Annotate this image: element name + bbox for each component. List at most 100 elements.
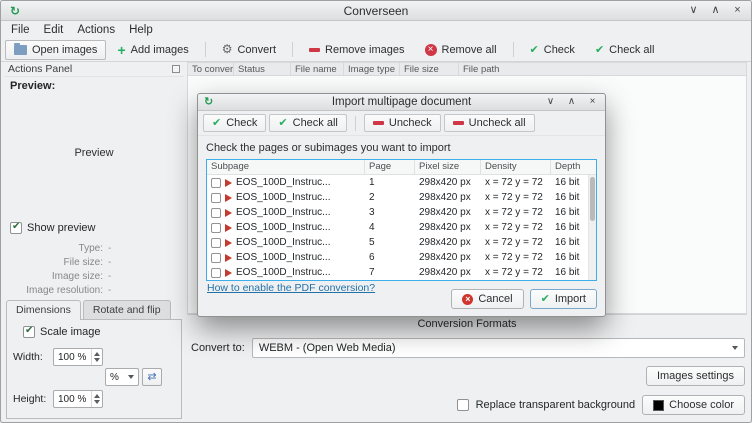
format-select[interactable]: WEBM - (Open Web Media) xyxy=(252,338,745,358)
check-all-button[interactable]: Check all xyxy=(586,40,663,60)
show-preview-checkbox[interactable]: Show preview xyxy=(10,222,95,234)
link-dimensions-icon[interactable] xyxy=(142,368,162,386)
remove-all-label: Remove all xyxy=(442,44,497,56)
subpage-column-header: Page xyxy=(365,160,415,174)
pdf-icon xyxy=(225,239,232,247)
height-spinbox[interactable]: 100 % xyxy=(53,390,103,408)
subpage-row[interactable]: EOS_100D_Instruc... 2 298x420 px x = 72 … xyxy=(207,190,596,205)
dialog-uncheck-label: Uncheck xyxy=(389,117,432,129)
dialog-check-button[interactable]: Check xyxy=(203,114,266,132)
import-button[interactable]: Import xyxy=(530,289,597,309)
check-button[interactable]: Check xyxy=(521,40,584,60)
dialog-minimize-icon[interactable] xyxy=(544,94,557,110)
width-label: Width: xyxy=(13,351,49,363)
subpage-column-header: Density xyxy=(481,160,551,174)
row-checkbox[interactable] xyxy=(211,238,221,248)
dimensions-panel: Scale image Width: 100 % % Height: 1 xyxy=(6,319,182,419)
uncheck-icon xyxy=(373,121,384,125)
subpage-row[interactable]: EOS_100D_Instruc... 6 298x420 px x = 72 … xyxy=(207,250,596,265)
import-check-icon xyxy=(541,293,550,305)
replace-transparent-checkbox[interactable] xyxy=(457,399,469,411)
width-value: 100 % xyxy=(54,352,91,363)
page-cell: 4 xyxy=(365,222,415,233)
chevron-down-icon xyxy=(128,375,134,379)
row-checkbox[interactable] xyxy=(211,223,221,233)
subpage-row[interactable]: EOS_100D_Instruc... 1 298x420 px x = 72 … xyxy=(207,175,596,190)
import-label: Import xyxy=(555,293,586,305)
subpage-name: EOS_100D_Instruc... xyxy=(236,192,331,203)
spinner-arrows-icon[interactable] xyxy=(91,349,102,365)
remove-all-icon xyxy=(425,44,437,56)
tab-dimensions[interactable]: Dimensions xyxy=(6,300,81,320)
dialog-close-icon[interactable] xyxy=(586,94,599,110)
dialog-uncheck-button[interactable]: Uncheck xyxy=(364,114,441,132)
choose-color-label: Choose color xyxy=(669,399,734,411)
subpage-row[interactable]: EOS_100D_Instruc... 7 298x420 px x = 72 … xyxy=(207,265,596,280)
density-cell: x = 72 y = 72 xyxy=(481,207,551,218)
menu-item[interactable]: Edit xyxy=(37,23,71,37)
row-checkbox[interactable] xyxy=(211,253,221,263)
subpage-row[interactable]: EOS_100D_Instruc... 4 298x420 px x = 72 … xyxy=(207,220,596,235)
remove-all-button[interactable]: Remove all xyxy=(416,40,506,60)
minimize-icon[interactable] xyxy=(687,3,700,18)
row-checkbox[interactable] xyxy=(211,208,221,218)
dialog-uncheck-all-button[interactable]: Uncheck all xyxy=(444,114,535,132)
maximize-icon[interactable] xyxy=(709,3,722,18)
remove-images-button[interactable]: Remove images xyxy=(300,40,413,60)
menubar: FileEditActionsHelp xyxy=(1,21,751,38)
dialog-check-label: Check xyxy=(226,117,257,129)
pixel-size-cell: 298x420 px xyxy=(415,222,481,233)
spinner-arrows-icon[interactable] xyxy=(91,391,102,407)
subpage-row[interactable]: EOS_100D_Instruc... 3 298x420 px x = 72 … xyxy=(207,205,596,220)
float-panel-icon[interactable] xyxy=(172,65,180,73)
cancel-button[interactable]: Cancel xyxy=(451,289,523,309)
dialog-check-all-button[interactable]: Check all xyxy=(269,114,346,132)
height-label: Height: xyxy=(13,393,49,405)
scale-image-checkbox[interactable]: Scale image xyxy=(23,326,101,338)
tab-rotate-and-flip[interactable]: Rotate and flip xyxy=(83,300,171,320)
checkbox-checked-icon[interactable] xyxy=(10,222,22,234)
check-icon xyxy=(530,44,539,56)
toolbar-separator xyxy=(355,116,356,131)
width-spinbox[interactable]: 100 % xyxy=(53,348,103,366)
density-cell: x = 72 y = 72 xyxy=(481,252,551,263)
row-checkbox[interactable] xyxy=(211,268,221,278)
convert-gear-icon xyxy=(222,43,233,56)
row-checkbox[interactable] xyxy=(211,178,221,188)
pixel-size-cell: 298x420 px xyxy=(415,267,481,278)
pdf-icon xyxy=(225,224,232,232)
subpage-row[interactable]: EOS_100D_Instruc... 5 298x420 px x = 72 … xyxy=(207,235,596,250)
info-value: - xyxy=(108,257,111,268)
close-icon[interactable] xyxy=(731,3,744,18)
info-value: - xyxy=(108,271,111,282)
row-checkbox[interactable] xyxy=(211,193,221,203)
titlebar: Converseen xyxy=(1,1,751,21)
cancel-label: Cancel xyxy=(478,293,512,305)
scrollbar-thumb[interactable] xyxy=(590,177,595,221)
checkbox-checked-icon[interactable] xyxy=(23,326,35,338)
menu-item[interactable]: File xyxy=(4,23,37,37)
show-preview-label: Show preview xyxy=(27,222,95,234)
enable-pdf-link[interactable]: How to enable the PDF conversion? xyxy=(207,282,375,294)
choose-color-button[interactable]: Choose color xyxy=(642,395,745,415)
density-cell: x = 72 y = 72 xyxy=(481,192,551,203)
convert-label: Convert xyxy=(237,44,276,56)
open-images-button[interactable]: Open images xyxy=(5,40,106,60)
unit-select[interactable]: % xyxy=(105,368,139,386)
subpage-column-header: Pixel size xyxy=(415,160,481,174)
table-scrollbar[interactable] xyxy=(588,175,596,280)
convert-button[interactable]: Convert xyxy=(213,40,285,60)
uncheck-icon xyxy=(453,121,464,125)
add-images-button[interactable]: Add images xyxy=(108,40,197,60)
images-settings-button[interactable]: Images settings xyxy=(646,366,745,386)
density-cell: x = 72 y = 72 xyxy=(481,177,551,188)
menu-item[interactable]: Help xyxy=(122,23,160,37)
file-table-column-header: To convert xyxy=(188,63,234,75)
pdf-icon xyxy=(225,269,232,277)
dialog-maximize-icon[interactable] xyxy=(565,94,578,110)
info-label: File size: xyxy=(4,257,108,268)
image-info: Type: - File size: - Image size: - Image… xyxy=(4,243,176,299)
pixel-size-cell: 298x420 px xyxy=(415,237,481,248)
menu-item[interactable]: Actions xyxy=(70,23,122,37)
cancel-x-icon xyxy=(462,294,473,305)
